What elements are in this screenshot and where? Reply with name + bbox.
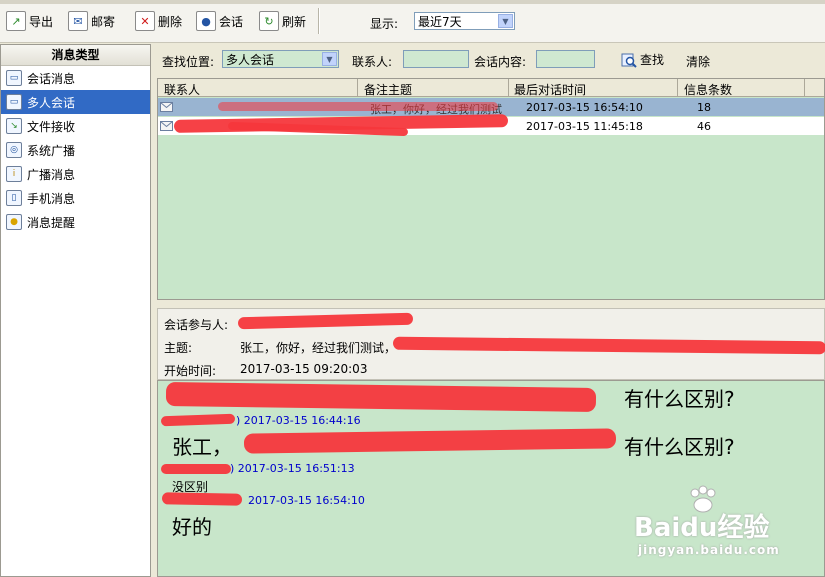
- column-divider[interactable]: [357, 79, 358, 96]
- export-label: 导出: [29, 14, 54, 29]
- refresh-button[interactable]: ↻ 刷新: [259, 10, 306, 32]
- refresh-label: 刷新: [282, 14, 307, 29]
- row-count: 46: [697, 120, 711, 133]
- column-divider[interactable]: [508, 79, 509, 96]
- display-select[interactable]: 最近7天 ▼: [414, 12, 515, 30]
- system-broadcast-icon: ◎: [6, 142, 22, 158]
- chat-button[interactable]: ● 会话: [196, 10, 243, 32]
- column-divider[interactable]: [804, 79, 805, 96]
- content-label: 会话内容:: [474, 55, 527, 69]
- group-chat-icon: ▭: [6, 94, 22, 110]
- start-time-label: 开始时间:: [164, 364, 217, 378]
- redaction-mark: [165, 381, 597, 413]
- reminder-icon: ●: [6, 214, 22, 230]
- envelope-icon: [160, 121, 173, 131]
- contact-label: 联系人:: [352, 55, 393, 69]
- column-header-contact[interactable]: 联系人: [164, 81, 200, 98]
- sidebar-item-broadcast-message[interactable]: i 广播消息: [1, 162, 150, 186]
- watermark-logo: Baidu经验 jingyan.baidu.com: [628, 485, 823, 565]
- column-header-subject[interactable]: 备注主题: [364, 81, 412, 98]
- subject-label: 主题:: [164, 341, 193, 355]
- redaction-mark: [237, 312, 414, 330]
- table-header: 联系人 备注主题 最后对话时间 信息条数: [158, 79, 824, 98]
- row-last-time: 2017-03-15 11:45:18: [526, 120, 643, 133]
- search-location-value: 多人会话: [226, 52, 275, 67]
- broadcast-message-icon: i: [6, 166, 22, 182]
- display-value: 最近7天: [418, 14, 462, 29]
- contact-input[interactable]: [403, 50, 469, 68]
- toolbar-separator: [318, 8, 320, 34]
- envelope-icon: [160, 102, 173, 112]
- sidebar-item-file-receive[interactable]: ↘ 文件接收: [1, 114, 150, 138]
- sidebar-item-label: 广播消息: [27, 167, 76, 182]
- export-icon: ↗: [6, 11, 26, 31]
- message-text: 有什么区别?: [624, 435, 735, 459]
- mail-button[interactable]: ✉ 邮寄: [68, 10, 115, 32]
- sidebar-item-label: 系统广播: [27, 143, 76, 158]
- message-text: 张工，: [172, 435, 232, 459]
- watermark-brand: Baidu经验: [634, 513, 770, 543]
- mobile-message-icon: ▯: [6, 190, 22, 206]
- redaction-mark: [218, 102, 498, 111]
- message-meta: ) 2017-03-15 16:44:16: [236, 414, 361, 427]
- message-text: 好的: [172, 515, 212, 539]
- file-receive-icon: ↘: [6, 118, 22, 134]
- message-text: 有什么区别?: [624, 387, 735, 411]
- subject-value: 张工，你好，经过我们测试，: [240, 341, 397, 355]
- row-count: 18: [697, 101, 711, 114]
- mail-icon: ✉: [68, 11, 88, 31]
- search-location-select[interactable]: 多人会话 ▼: [222, 50, 339, 68]
- toolbar: ↗ 导出 ✉ 邮寄 ✕ 删除 ● 会话 ↻ 刷新 显示: 最近7天 ▼: [0, 0, 825, 43]
- search-location-label: 查找位置:: [162, 55, 215, 69]
- row-last-time: 2017-03-15 16:54:10: [526, 101, 643, 114]
- chat-label: 会话: [219, 14, 244, 29]
- delete-icon: ✕: [135, 11, 155, 31]
- column-header-count[interactable]: 信息条数: [684, 81, 732, 98]
- refresh-icon: ↻: [259, 11, 279, 31]
- redaction-mark: [161, 464, 231, 474]
- sidebar-item-label: 手机消息: [27, 191, 76, 206]
- sidebar-item-mobile-message[interactable]: ▯ 手机消息: [1, 186, 150, 210]
- delete-button[interactable]: ✕ 删除: [135, 10, 182, 32]
- find-label: 查找: [640, 53, 665, 67]
- find-button[interactable]: 查找: [621, 51, 664, 68]
- search-bar: 查找位置: 多人会话 ▼ 联系人: 会话内容: 查找 清除: [156, 44, 825, 74]
- display-label: 显示:: [370, 17, 399, 31]
- start-time-value: 2017-03-15 09:20:03: [240, 362, 368, 376]
- clear-button[interactable]: 清除: [686, 53, 710, 70]
- delete-label: 删除: [158, 14, 183, 29]
- redaction-mark: [161, 492, 243, 506]
- redaction-mark: [392, 336, 825, 355]
- redaction-mark: [243, 428, 617, 454]
- sidebar-item-label: 多人会话: [27, 95, 76, 110]
- session-table: 联系人 备注主题 最后对话时间 信息条数 张工，你好，经过我们测试 2017-0…: [157, 78, 825, 300]
- sidebar-item-label: 消息提醒: [27, 215, 76, 230]
- watermark-url: jingyan.baidu.com: [638, 543, 780, 557]
- sidebar-item-reminder[interactable]: ● 消息提醒: [1, 210, 150, 234]
- column-divider[interactable]: [677, 79, 678, 96]
- chat-icon: ●: [196, 11, 216, 31]
- participants-label: 会话参与人:: [164, 318, 229, 332]
- sidebar-title: 消息类型: [1, 45, 150, 66]
- chevron-down-icon[interactable]: ▼: [498, 14, 513, 28]
- content-input[interactable]: [536, 50, 595, 68]
- sidebar-item-label: 会话消息: [27, 71, 76, 86]
- message-meta: ) 2017-03-15 16:51:13: [230, 462, 355, 475]
- mail-label: 邮寄: [91, 14, 116, 29]
- chat-message-icon: ▭: [6, 70, 22, 86]
- export-button[interactable]: ↗ 导出: [6, 10, 53, 32]
- search-icon: [621, 53, 637, 68]
- chevron-down-icon[interactable]: ▼: [322, 52, 337, 66]
- sidebar-item-group-chat[interactable]: ▭ 多人会话: [1, 90, 150, 114]
- message-type-sidebar: 消息类型 ▭ 会话消息 ▭ 多人会话 ↘ 文件接收 ◎ 系统广播 i 广播消息 …: [0, 44, 151, 577]
- sidebar-item-chat-messages[interactable]: ▭ 会话消息: [1, 66, 150, 90]
- message-meta: 2017-03-15 16:54:10: [248, 494, 365, 507]
- session-detail: 会话参与人: 主题: 张工，你好，经过我们测试， 开始时间: 2017-03-1…: [157, 308, 825, 380]
- sidebar-item-system-broadcast[interactable]: ◎ 系统广播: [1, 138, 150, 162]
- redaction-mark: [160, 413, 236, 427]
- sidebar-item-label: 文件接收: [27, 119, 76, 134]
- column-header-last-time[interactable]: 最后对话时间: [514, 81, 586, 98]
